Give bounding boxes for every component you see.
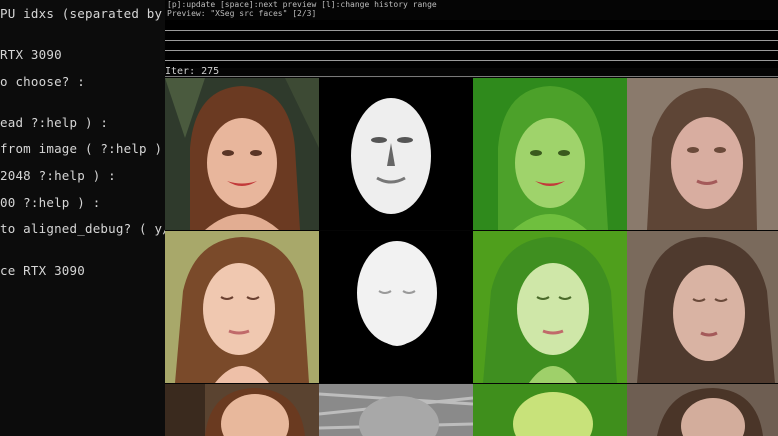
- divider: [165, 76, 778, 77]
- predicted-mask-thumb: [319, 78, 473, 230]
- console-line-gpu-name: RTX 3090: [0, 47, 62, 62]
- source-face-thumb: [165, 231, 319, 383]
- mask-overlay-thumb: [473, 78, 627, 230]
- console-line-resolution: 2048 ?:help ) :: [0, 168, 116, 183]
- preview-grid: [165, 78, 778, 436]
- console-line-choose: o choose? :: [0, 74, 85, 89]
- mask-overlay-thumb: [473, 384, 627, 436]
- predicted-mask-thumb: [319, 384, 473, 436]
- console-line-head: ead ?:help ) :: [0, 115, 109, 130]
- predicted-mask-thumb: [319, 231, 473, 383]
- preview-title: Preview: "XSeg src faces" [2/3]: [167, 9, 317, 18]
- console-window: PU idxs (separated by comma RTX 3090 o c…: [0, 0, 166, 436]
- console-line-help: 00 ?:help ) :: [0, 195, 101, 210]
- reconstruction-thumb: [627, 78, 778, 230]
- mask-overlay-thumb: [473, 231, 627, 383]
- source-face-thumb: [165, 78, 319, 230]
- reconstruction-thumb: [627, 384, 778, 436]
- console-line-aligned-debug: to aligned_debug? ( y/n ) :: [0, 221, 166, 236]
- console-line-from-image: from image ( ?:help ) :: [0, 141, 166, 156]
- console-line-device: ce RTX 3090: [0, 263, 85, 278]
- source-face-thumb: [165, 384, 319, 436]
- xseg-preview-window: [p]:update [space]:next preview [l]:chan…: [165, 0, 778, 436]
- key-hint-text: [p]:update [space]:next preview [l]:chan…: [167, 0, 437, 9]
- reconstruction-thumb: [627, 231, 778, 383]
- console-line-gpu-idxs: PU idxs (separated by comma: [0, 6, 166, 21]
- loss-history-graph[interactable]: [165, 20, 778, 68]
